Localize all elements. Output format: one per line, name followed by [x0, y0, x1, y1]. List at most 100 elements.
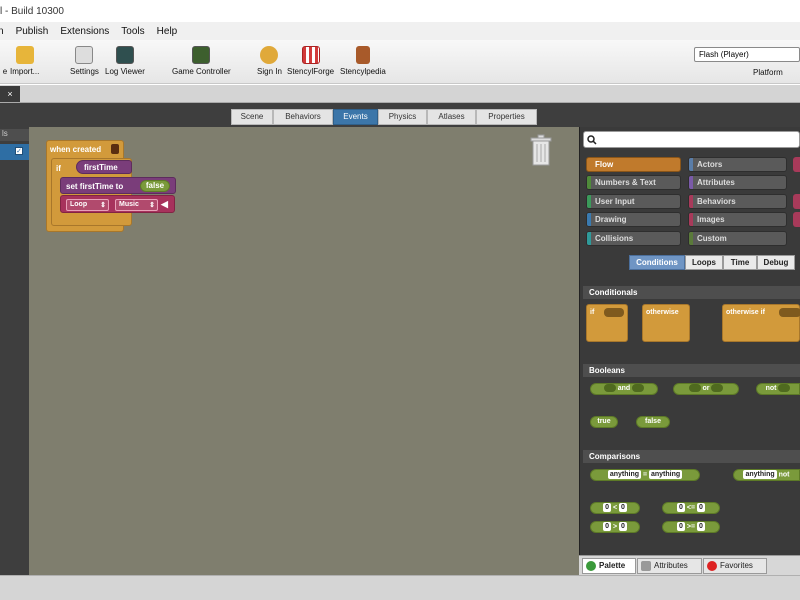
category-drawing[interactable]: Drawing: [586, 212, 681, 227]
palette-greater-than-block[interactable]: 0 > 0: [590, 521, 640, 533]
condition-label: firstTime: [84, 163, 118, 172]
palette-otherwise-block[interactable]: otherwise: [642, 304, 690, 342]
category-attributes[interactable]: Attributes: [688, 175, 787, 190]
platform-select-value: Flash (Player): [699, 50, 749, 59]
palette-and-block[interactable]: and: [590, 383, 658, 395]
window-title: l - Build 10300: [0, 6, 64, 17]
key-icon: [260, 46, 279, 64]
section-booleans: Booleans: [583, 364, 800, 377]
log-viewer-icon: [115, 46, 134, 64]
category-flow[interactable]: Flow: [586, 157, 681, 172]
settings-button[interactable]: Settings: [70, 46, 99, 76]
search-icon: [587, 135, 597, 145]
close-tab-icon[interactable]: ×: [0, 86, 20, 102]
main-toolbar: e Import... Settings Log Viewer Game Con…: [0, 40, 800, 84]
when-created-label: when created: [50, 145, 102, 154]
music-dropdown[interactable]: Music ⇕: [115, 199, 158, 211]
log-viewer-label: Log Viewer: [105, 67, 145, 76]
tab-palette[interactable]: Palette: [582, 558, 636, 574]
category-collisions[interactable]: Collisions: [586, 231, 681, 246]
category-numbers-text[interactable]: Numbers & Text: [586, 175, 681, 190]
events-list-panel: ls: [0, 127, 29, 575]
palette-less-equal-block[interactable]: 0 <= 0: [662, 502, 720, 514]
category-custom[interactable]: Custom: [688, 231, 787, 246]
menu-bar: n Publish Extensions Tools Help: [0, 22, 800, 40]
menu-file[interactable]: n: [0, 26, 4, 37]
condition-slot: [604, 308, 624, 317]
sign-in-button[interactable]: Sign In: [257, 46, 282, 76]
palette-if-block[interactable]: if: [586, 304, 628, 342]
subtab-loops[interactable]: Loops: [685, 255, 723, 270]
stencylpedia-button[interactable]: Stencylpedia: [340, 46, 386, 76]
palette-true-block[interactable]: true: [590, 416, 618, 428]
subtab-debug[interactable]: Debug: [757, 255, 795, 270]
palette-false-block[interactable]: false: [636, 416, 670, 428]
palette-bottom-tabs: Palette Attributes Favorites: [579, 555, 800, 575]
events-list-header: ls: [0, 129, 29, 141]
category-overflow[interactable]: [793, 194, 800, 209]
category-user-input[interactable]: User Input: [586, 194, 681, 209]
tab-attributes[interactable]: Attributes: [637, 558, 702, 574]
trash-icon[interactable]: [529, 134, 553, 166]
document-tab-strip: ×: [0, 85, 800, 103]
sign-in-label: Sign In: [257, 67, 282, 76]
set-label: set firstTime to: [66, 182, 124, 191]
section-comparisons: Comparisons: [583, 450, 800, 463]
stencylforge-button[interactable]: StencylForge: [287, 46, 334, 76]
set-first-time-block[interactable]: set firstTime to false: [60, 177, 176, 194]
tab-atlases[interactable]: Atlases: [427, 109, 476, 125]
speaker-icon: ◀: [161, 199, 168, 209]
tab-favorites[interactable]: Favorites: [703, 558, 767, 574]
game-controller-label: Game Controller: [172, 67, 231, 76]
store-icon: [301, 46, 320, 64]
tab-scene[interactable]: Scene: [231, 109, 273, 125]
tab-events[interactable]: Events: [333, 109, 378, 125]
menu-tools[interactable]: Tools: [121, 26, 144, 37]
window-title-bar: l - Build 10300: [0, 0, 800, 22]
category-actors[interactable]: Actors: [688, 157, 787, 172]
subtab-conditions[interactable]: Conditions: [629, 255, 685, 270]
first-time-condition[interactable]: firstTime: [76, 160, 132, 174]
palette-equals-block[interactable]: anything = anything: [590, 469, 700, 481]
import-icon: [15, 46, 34, 64]
tab-properties[interactable]: Properties: [476, 109, 537, 125]
loop-dropdown[interactable]: Loop ⇕: [66, 199, 109, 211]
menu-help[interactable]: Help: [157, 26, 178, 37]
platform-select[interactable]: Flash (Player): [694, 47, 800, 62]
palette-greater-equal-block[interactable]: 0 >= 0: [662, 521, 720, 533]
palette-not-equals-block[interactable]: anything not: [733, 469, 800, 481]
event-enabled-checkbox[interactable]: ✓: [15, 147, 23, 155]
palette-otherwise-if-block[interactable]: otherwise if: [722, 304, 800, 342]
status-bar: [0, 575, 800, 600]
palette-less-than-block[interactable]: 0 < 0: [590, 502, 640, 514]
if-label: if: [56, 164, 61, 173]
category-images[interactable]: Images: [688, 212, 787, 227]
tab-physics[interactable]: Physics: [378, 109, 427, 125]
import-button[interactable]: Import...: [10, 46, 39, 76]
false-value[interactable]: false: [140, 180, 170, 192]
game-controller-button[interactable]: Game Controller: [172, 46, 231, 76]
import-label: Import...: [10, 67, 40, 76]
settings-icon: [75, 46, 94, 64]
subtab-time[interactable]: Time: [723, 255, 757, 270]
palette-subtab-bar: Conditions Loops Time Debug: [580, 252, 800, 272]
log-viewer-button[interactable]: Log Viewer: [105, 46, 145, 76]
puzzle-icon: [586, 561, 596, 571]
book-icon: [355, 46, 370, 64]
game-controller-icon: [192, 46, 211, 64]
condition-slot: [779, 308, 800, 317]
loop-music-block[interactable]: Loop ⇕ Music ⇕ ◀: [60, 195, 175, 213]
palette-not-block[interactable]: not: [756, 383, 800, 395]
palette-search-input[interactable]: [583, 131, 800, 148]
tab-behaviors[interactable]: Behaviors: [273, 109, 333, 125]
edit-pencil-icon[interactable]: [111, 144, 119, 154]
palette-or-block[interactable]: or: [673, 383, 739, 395]
menu-extensions[interactable]: Extensions: [60, 26, 109, 37]
stencylpedia-label: Stencylpedia: [340, 67, 386, 76]
mode-tab-bar: Scene Behaviors Events Physics Atlases P…: [0, 103, 800, 127]
category-overflow[interactable]: [793, 212, 800, 227]
category-overflow[interactable]: [793, 157, 800, 172]
menu-publish[interactable]: Publish: [16, 26, 49, 37]
stencylforge-label: StencylForge: [287, 67, 335, 76]
category-behaviors[interactable]: Behaviors: [688, 194, 787, 209]
